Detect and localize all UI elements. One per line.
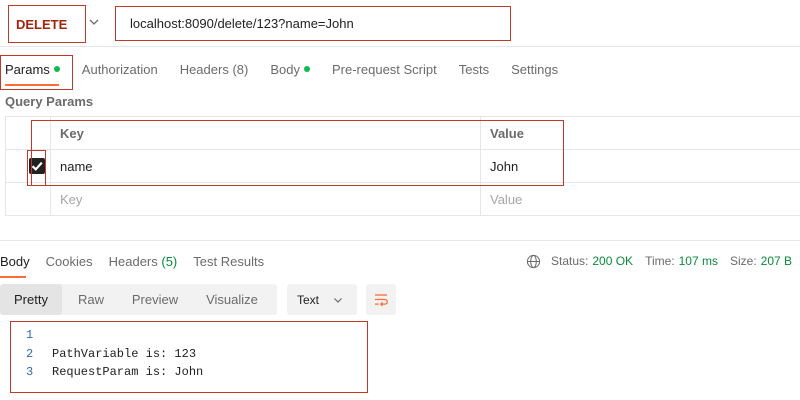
- format-label: Text: [297, 292, 320, 307]
- status-dot-icon: [53, 66, 60, 72]
- tab-pre-request-script[interactable]: Pre-request Script: [321, 62, 448, 77]
- method-select[interactable]: DELETE: [8, 5, 86, 43]
- view-visualize-button[interactable]: Visualize: [190, 284, 274, 315]
- query-params-table: Key Value name John Key Value: [5, 116, 800, 216]
- tab-pre-request-label: Pre-request Script: [331, 61, 437, 77]
- chevron-down-icon: [334, 297, 342, 303]
- response-tab-headers-label: Headers: [108, 253, 158, 269]
- url-input[interactable]: localhost:8090/delete/123?name=John: [115, 6, 511, 41]
- tab-body-label: Body: [270, 61, 300, 77]
- tab-tests[interactable]: Tests: [448, 62, 500, 77]
- tab-headers[interactable]: Headers (8): [169, 62, 260, 77]
- size-label: Size:: [729, 254, 757, 268]
- line-number: 1: [26, 328, 34, 342]
- response-tab-cookies[interactable]: Cookies: [38, 254, 101, 269]
- divider: [0, 46, 800, 47]
- tab-authorization[interactable]: Authorization: [71, 62, 169, 77]
- url-text: localhost:8090/delete/123?name=John: [130, 16, 354, 31]
- wrap-lines-icon: [375, 293, 388, 306]
- view-raw-button[interactable]: Raw: [62, 284, 120, 315]
- time-value[interactable]: 107 ms: [679, 254, 718, 268]
- status-dot-icon: [303, 66, 310, 72]
- tab-authorization-label: Authorization: [81, 61, 158, 77]
- line-number: 2: [26, 346, 34, 361]
- tab-params-label: Params: [5, 61, 50, 77]
- table-cell: [6, 150, 51, 182]
- tab-settings-label: Settings: [511, 61, 559, 77]
- tab-headers-count: (8): [232, 61, 249, 77]
- chevron-down-icon[interactable]: [88, 16, 100, 28]
- code-text: RequestParam is: John: [52, 365, 204, 379]
- table-header-row: Key Value: [6, 117, 800, 150]
- response-body: 1 2 PathVariable is: 123 3 RequestParam is…: [26, 326, 203, 382]
- param-key-input[interactable]: name: [51, 150, 481, 182]
- table-row-empty: Key Value: [6, 183, 800, 216]
- table-cell: [6, 117, 51, 149]
- view-mode-group: Pretty Raw Preview Visualize: [0, 284, 277, 315]
- active-tab-indicator: [5, 84, 59, 86]
- response-tab-headers[interactable]: Headers (5): [101, 254, 186, 269]
- request-tabs: Params Authorization Headers (8) Body Pr…: [0, 58, 569, 80]
- tab-settings[interactable]: Settings: [500, 62, 569, 77]
- param-value-input[interactable]: John: [481, 150, 800, 182]
- view-pretty-button[interactable]: Pretty: [0, 284, 62, 315]
- line-number: 3: [26, 365, 34, 379]
- size-value[interactable]: 207 B: [761, 254, 792, 268]
- format-select[interactable]: Text: [287, 284, 357, 315]
- view-preview-button[interactable]: Preview: [120, 284, 190, 315]
- response-tab-body[interactable]: Body: [0, 254, 38, 269]
- section-title: Query Params: [5, 94, 94, 109]
- active-tab-indicator: [0, 276, 26, 278]
- response-tab-test-results[interactable]: Test Results: [185, 254, 272, 269]
- time-label: Time:: [645, 254, 675, 268]
- checkmark-icon: [31, 161, 43, 171]
- tab-params[interactable]: Params: [0, 62, 71, 77]
- column-header-key: Key: [51, 117, 481, 149]
- tab-headers-label: Headers: [179, 61, 229, 77]
- tab-body[interactable]: Body: [259, 62, 321, 77]
- tab-tests-label: Tests: [458, 61, 490, 77]
- wrap-lines-button[interactable]: [366, 284, 396, 315]
- response-status-bar: Status: 200 OK Time: 107 ms Size: 207 B: [526, 252, 792, 270]
- table-cell: [6, 183, 51, 216]
- code-line: 1: [26, 326, 203, 345]
- status-value[interactable]: 200 OK: [592, 254, 633, 268]
- new-key-input[interactable]: Key: [51, 183, 481, 216]
- method-label: DELETE: [16, 16, 68, 32]
- table-row: name John: [6, 150, 800, 183]
- code-text: PathVariable is: 123: [52, 346, 197, 361]
- new-value-input[interactable]: Value: [481, 183, 800, 216]
- globe-icon[interactable]: [526, 254, 541, 269]
- response-tabs: Body Cookies Headers (5) Test Results: [0, 252, 272, 270]
- divider: [0, 240, 800, 241]
- column-header-value: Value: [490, 125, 524, 141]
- param-checkbox[interactable]: [29, 158, 45, 174]
- code-line: 3 RequestParam is: John: [26, 363, 203, 382]
- response-headers-count: (5): [161, 253, 178, 269]
- status-label: Status:: [551, 254, 589, 268]
- code-line: 2 PathVariable is: 123: [26, 345, 203, 364]
